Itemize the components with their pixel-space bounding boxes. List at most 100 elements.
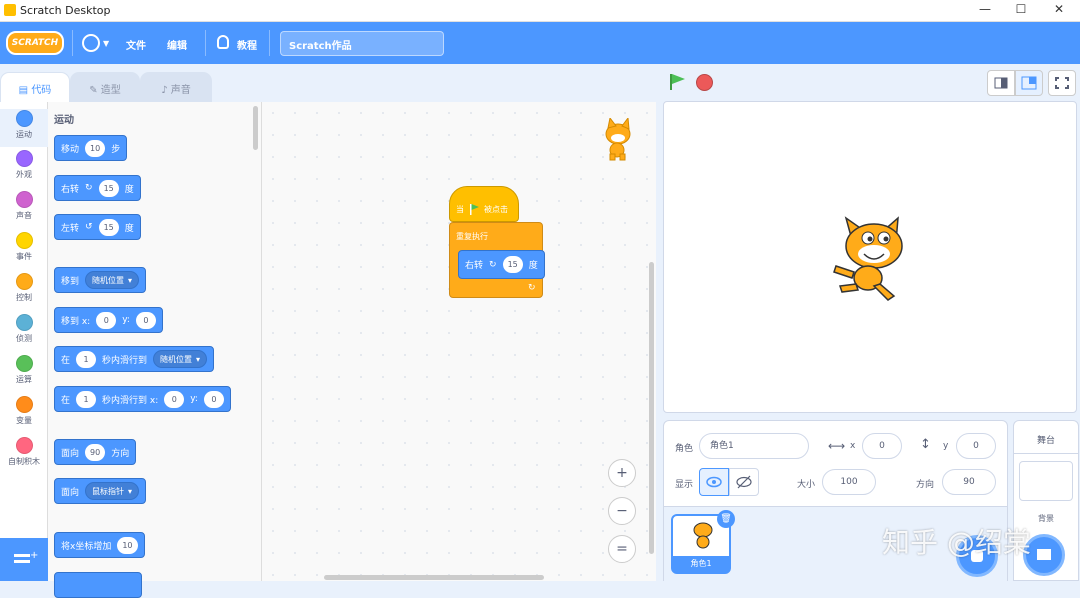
fullscreen-button[interactable] <box>1048 70 1076 96</box>
seconds-input[interactable]: 1 <box>76 350 97 368</box>
direction-input[interactable]: 90 <box>85 443 106 461</box>
tab-code[interactable]: ▤ 代码 <box>0 72 70 102</box>
language-globe-icon[interactable] <box>82 34 100 52</box>
trash-icon: 🗑 <box>720 514 732 524</box>
sprite-thumbnail-cat <box>693 522 713 549</box>
maximize-button[interactable]: ☐ <box>1011 2 1031 19</box>
degrees-input[interactable]: 15 <box>502 256 523 273</box>
menu-bar: SCRATCH ▼ 文件 编辑 教程 Scratch作品 <box>0 22 1080 64</box>
add-extension-button[interactable]: + <box>0 538 48 581</box>
category-control[interactable]: 控制 <box>0 273 48 303</box>
x-input[interactable]: 0 <box>96 311 117 329</box>
size-input[interactable]: 100 <box>822 469 876 495</box>
block-turn-right[interactable]: 右转 ↻ 15 度 <box>54 175 141 201</box>
scratch-logo[interactable]: SCRATCH <box>6 31 64 55</box>
block-partial[interactable] <box>54 572 142 598</box>
block-point-direction[interactable]: 面向 90 方向 <box>54 439 137 465</box>
seconds-input[interactable]: 1 <box>76 390 97 408</box>
degrees-input[interactable]: 15 <box>98 179 119 197</box>
category-dot <box>15 150 33 167</box>
y-input[interactable]: 0 <box>956 433 996 459</box>
sound-icon: ♪ <box>161 85 168 96</box>
y-label: y <box>943 441 949 451</box>
green-flag-button[interactable] <box>667 72 687 92</box>
block-palette: 运动 移动 10 步 右转 ↻ 15 度 左转 ↺ 15 度 移到 随机位置 ▾ 移到 x: 0 y: 0… <box>48 102 262 598</box>
sprite-name-input[interactable]: 角色1 <box>699 433 809 459</box>
steps-input[interactable]: 10 <box>85 139 106 157</box>
direction-input[interactable]: 90 <box>942 469 996 495</box>
block-change-x[interactable]: 将x坐标增加 10 <box>54 532 145 558</box>
block-glide-to[interactable]: 在 1 秒内滑行到 随机位置 ▾ <box>54 346 215 372</box>
block-goto-xy[interactable]: 移到 x: 0 y: 0 <box>54 307 163 333</box>
block-turn-left[interactable]: 左转 ↺ 15 度 <box>54 214 141 240</box>
project-title-input[interactable]: Scratch作品 <box>280 31 444 56</box>
workspace-horizontal-scrollbar[interactable] <box>324 575 544 580</box>
x-input[interactable]: 0 <box>164 390 185 408</box>
zoom-reset-button[interactable]: = <box>608 535 636 563</box>
script-workspace[interactable]: 当 被点击 重复执行 ↻ 右转 ↻ 15 度 + − = <box>262 102 656 581</box>
sprite-cat-thumbnail <box>605 118 631 161</box>
workspace-vertical-scrollbar[interactable] <box>649 262 654 554</box>
stage-header-divider <box>1014 453 1078 454</box>
stage-canvas[interactable] <box>663 101 1077 413</box>
block-point-towards[interactable]: 面向 鼠标指针 ▾ <box>54 478 147 504</box>
fullscreen-icon <box>1055 77 1069 89</box>
chevron-down-icon: ▾ <box>128 275 133 285</box>
show-visible-button[interactable] <box>699 468 729 496</box>
category-variables[interactable]: 变量 <box>0 396 48 426</box>
block-goto[interactable]: 移到 随机位置 ▾ <box>54 267 147 293</box>
category-dot <box>15 110 33 127</box>
zoom-out-button[interactable]: − <box>608 497 636 525</box>
sprite-tile-label: 角色1 <box>673 556 729 572</box>
backdrop-thumbnail[interactable] <box>1019 461 1073 501</box>
rotate-right-icon: ↻ <box>85 183 93 193</box>
green-flag-icon <box>470 204 479 215</box>
goto-target-dropdown[interactable]: 随机位置 ▾ <box>85 271 140 289</box>
close-button[interactable]: ✕ <box>1049 2 1069 19</box>
degrees-input[interactable]: 15 <box>98 218 119 236</box>
y-input[interactable]: 0 <box>203 390 224 408</box>
zoom-reset-icon: = <box>616 541 628 557</box>
category-operators[interactable]: 运算 <box>0 355 48 385</box>
category-sound[interactable]: 声音 <box>0 191 48 221</box>
block-glide-to-xy[interactable]: 在 1 秒内滑行到 x: 0 y: 0 <box>54 386 231 412</box>
svg-text:+: + <box>30 550 38 561</box>
tab-costumes[interactable]: ✎ 造型 <box>70 72 140 102</box>
category-events[interactable]: 事件 <box>0 232 48 262</box>
category-my-blocks[interactable]: 自制积木 <box>0 437 48 467</box>
show-hidden-button[interactable] <box>729 468 759 496</box>
small-stage-icon <box>994 77 1008 89</box>
palette-heading: 运动 <box>54 115 74 126</box>
backdrop-add-icon <box>1037 549 1051 560</box>
normal-stage-button[interactable] <box>1015 70 1043 96</box>
change-x-input[interactable]: 10 <box>117 536 138 554</box>
block-when-flag-clicked[interactable]: 当 被点击 <box>449 186 519 222</box>
block-move-steps[interactable]: 移动 10 步 <box>54 135 128 161</box>
category-dot <box>15 191 33 208</box>
stop-button[interactable] <box>696 74 713 91</box>
eye-off-icon <box>736 475 752 489</box>
towards-target-dropdown[interactable]: 鼠标指针 ▾ <box>85 482 140 500</box>
delete-sprite-button[interactable]: 🗑 <box>717 510 735 528</box>
small-stage-button[interactable] <box>987 70 1015 96</box>
category-sensing[interactable]: 侦测 <box>0 314 48 344</box>
zoom-in-icon: + <box>616 465 628 481</box>
x-input[interactable]: 0 <box>862 433 902 459</box>
menu-file[interactable]: 文件 <box>126 37 146 52</box>
app-icon <box>4 4 16 16</box>
lightbulb-icon[interactable] <box>217 35 229 49</box>
category-motion[interactable]: 运动 <box>0 109 48 147</box>
menu-edit[interactable]: 编辑 <box>167 37 187 52</box>
glide-target-dropdown[interactable]: 随机位置 ▾ <box>153 350 208 368</box>
zoom-in-button[interactable]: + <box>608 459 636 487</box>
y-input[interactable]: 0 <box>135 311 156 329</box>
block-turn-right-script[interactable]: 右转 ↻ 15 度 <box>458 250 545 279</box>
tab-sounds[interactable]: ♪ 声音 <box>140 72 212 102</box>
category-looks[interactable]: 外观 <box>0 150 48 180</box>
category-dot <box>15 396 33 413</box>
menu-tutorials[interactable]: 教程 <box>237 37 257 52</box>
rotate-right-icon: ↻ <box>489 259 497 270</box>
minimize-button[interactable]: — <box>975 2 995 19</box>
palette-scrollbar[interactable] <box>253 106 258 150</box>
cat-sprite[interactable] <box>824 212 920 308</box>
